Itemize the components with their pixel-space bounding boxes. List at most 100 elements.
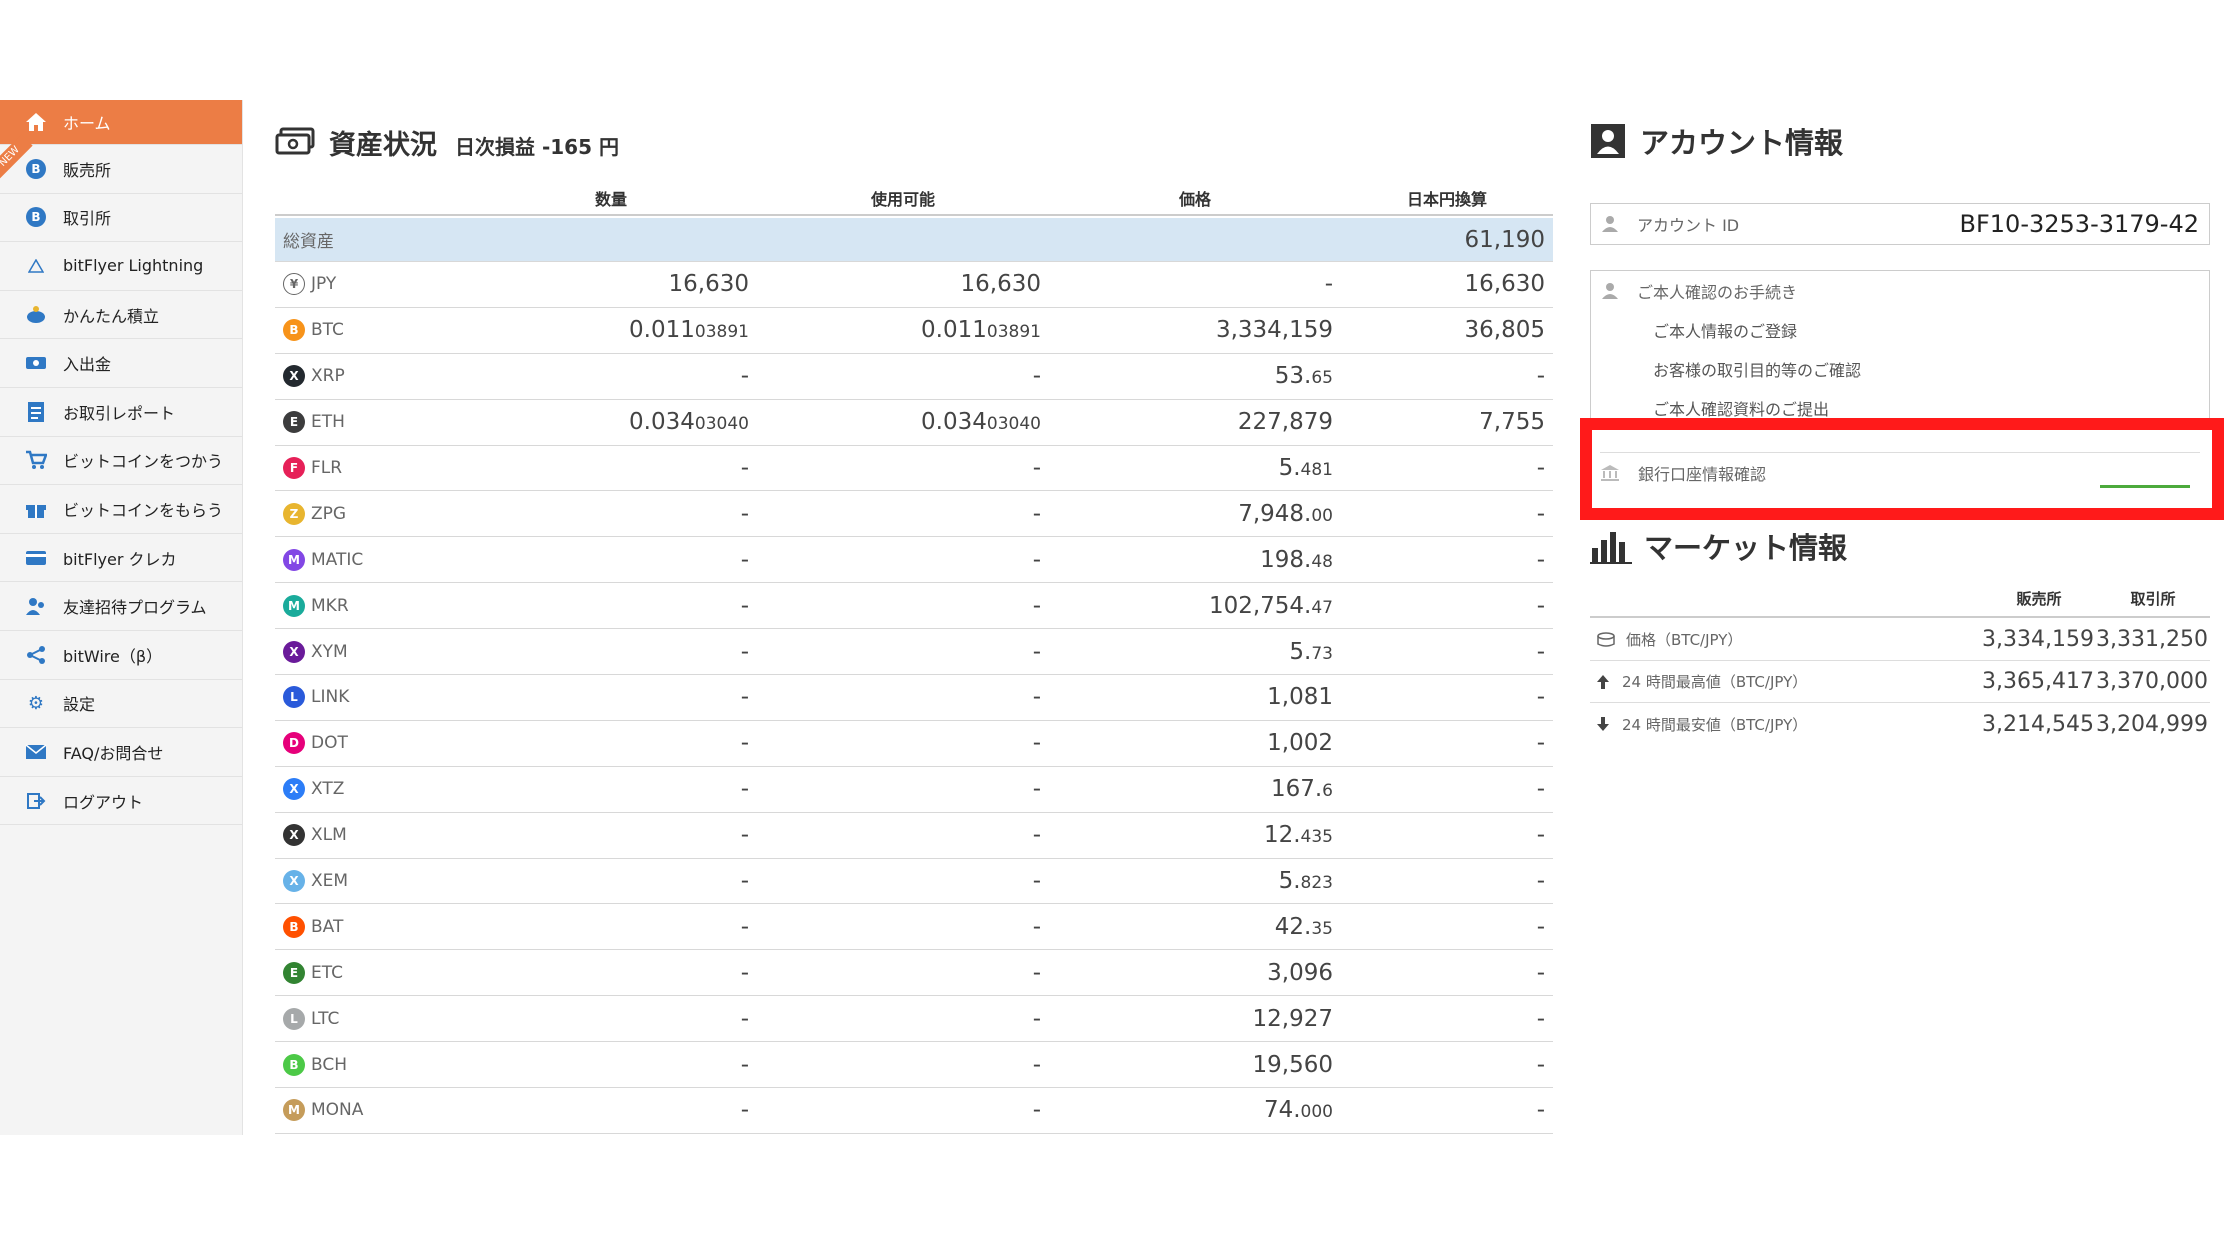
asset-price: 53.65 bbox=[1274, 363, 1333, 390]
piggy-bank-icon bbox=[24, 303, 48, 327]
asset-qty: - bbox=[740, 363, 749, 390]
asset-available: - bbox=[1032, 363, 1041, 390]
asset-name: D DOT bbox=[275, 732, 465, 755]
sidebar-item-report[interactable]: お取引レポート bbox=[0, 388, 242, 437]
sidebar-item-label: 設定 bbox=[63, 695, 96, 715]
sidebar-item-label: かんたん積立 bbox=[63, 306, 160, 326]
asset-jpy: 36,805 bbox=[1464, 317, 1545, 344]
arrow-down-icon bbox=[1597, 717, 1609, 731]
asset-row-xrp: X XRP - - 53.65 - bbox=[275, 354, 1553, 400]
sidebar-item-exchange[interactable]: B 取引所 bbox=[0, 194, 242, 243]
market-table-header: 販売所 取引所 bbox=[1590, 588, 2210, 618]
market-high-sales: 3,365,417 bbox=[1982, 669, 2094, 694]
asset-jpy: - bbox=[1536, 776, 1545, 803]
dot-coin-icon: D bbox=[283, 732, 305, 755]
sidebar-item-label: ホーム bbox=[63, 114, 111, 133]
asset-row-xlm: X XLM - - 12.435 - bbox=[275, 813, 1553, 859]
sidebar-item-label: ログアウト bbox=[63, 792, 144, 812]
credit-card-icon bbox=[24, 546, 48, 570]
sidebar-item-credit-card[interactable]: bitFlyer クレカ bbox=[0, 534, 242, 583]
cart-icon bbox=[24, 448, 48, 472]
asset-qty: - bbox=[740, 822, 749, 849]
header-name bbox=[275, 186, 465, 214]
sidebar-item-savings[interactable]: かんたん積立 bbox=[0, 291, 242, 340]
asset-available: 16,630 bbox=[960, 271, 1041, 298]
asset-price: 102,754.47 bbox=[1208, 592, 1333, 619]
asset-price: 5.73 bbox=[1289, 638, 1333, 665]
sidebar-item-label: 取引所 bbox=[63, 209, 112, 229]
sidebar-item-home[interactable]: ホーム bbox=[0, 100, 242, 145]
user-icon bbox=[1602, 282, 1618, 299]
asset-available: - bbox=[1032, 500, 1041, 527]
asset-name: E ETH bbox=[275, 411, 465, 434]
asset-row-bch: B BCH - - 19,560 - bbox=[275, 1042, 1553, 1089]
sidebar-item-logout[interactable]: ログアウト bbox=[0, 777, 242, 826]
asset-row-ltc: L LTC - - 12,927 - bbox=[275, 996, 1553, 1043]
flr-coin-icon: F bbox=[283, 457, 305, 479]
market-col-sales: 販売所 bbox=[2016, 590, 2062, 608]
daily-profit-loss: 日次損益 -165 円 bbox=[455, 134, 619, 159]
asset-name: M MATIC bbox=[275, 548, 465, 571]
sidebar-item-referral[interactable]: 友達招待プログラム bbox=[0, 582, 242, 631]
asset-price: 12.435 bbox=[1263, 822, 1333, 849]
asset-available: - bbox=[1032, 638, 1041, 665]
sidebar-item-bitwire[interactable]: bitWire（β） bbox=[0, 631, 242, 680]
asset-name: X XYM bbox=[275, 640, 465, 663]
asset-row-xem: X XEM - - 5.823 - bbox=[275, 859, 1553, 905]
gear-icon: ⚙ bbox=[27, 692, 45, 714]
market-row-low: 24 時間最安値（BTC/JPY） 3,214,545 3,204,999 bbox=[1590, 703, 2210, 745]
asset-qty: 0.03403040 bbox=[629, 409, 749, 436]
user-icon bbox=[1602, 216, 1618, 232]
asset-row-matic: M MATIC - - 198.48 - bbox=[275, 537, 1553, 584]
sidebar-item-settings[interactable]: ⚙ 設定 bbox=[0, 680, 242, 729]
sidebar-item-label: お取引レポート bbox=[63, 403, 176, 423]
total-assets-row: 総資産 61,190 bbox=[275, 218, 1553, 262]
gift-icon bbox=[24, 497, 48, 521]
asset-price: 167.6 bbox=[1270, 776, 1333, 803]
asset-available: - bbox=[1032, 455, 1041, 481]
asset-row-mkr: M MKR - - 102,754.47 - bbox=[275, 583, 1553, 630]
kyc-link-personal-info[interactable]: ご本人情報のご登録 bbox=[1591, 310, 2209, 349]
market-title-row: マーケット情報 bbox=[1590, 525, 1847, 567]
asset-row-dot: D DOT - - 1,002 - bbox=[275, 721, 1553, 767]
app-frame: ホーム NEW B 販売所 B 取引所 bitFlyer Lightning か… bbox=[0, 100, 2240, 1135]
logout-icon bbox=[24, 789, 48, 813]
asset-row-xym: X XYM - - 5.73 - bbox=[275, 629, 1553, 676]
asset-jpy: - bbox=[1536, 959, 1545, 986]
xem-coin-icon: X bbox=[283, 870, 305, 893]
zpg-coin-icon: Z bbox=[283, 502, 305, 525]
account-id-label: アカウント ID bbox=[1637, 216, 1740, 235]
asset-row-mona: M MONA - - 74.000 - bbox=[275, 1088, 1553, 1134]
assets-table-body: 総資産 61,190 ¥ JPY 16,630 16,630 - 16,630 B BTC 0.… bbox=[275, 218, 1553, 1134]
assets-table-header: 数量 使用可能 価格 日本円換算 bbox=[275, 186, 1553, 216]
asset-jpy: - bbox=[1536, 592, 1545, 619]
asset-jpy: - bbox=[1536, 822, 1545, 849]
matic-coin-icon: M bbox=[283, 548, 305, 571]
sidebar-item-sales[interactable]: NEW B 販売所 bbox=[0, 134, 242, 194]
asset-available: - bbox=[1032, 1005, 1041, 1032]
asset-name: M MONA bbox=[275, 1099, 465, 1122]
total-value: 61,190 bbox=[1464, 226, 1545, 253]
asset-jpy: 16,630 bbox=[1464, 271, 1545, 298]
asset-row-jpy: ¥ JPY 16,630 16,630 - 16,630 bbox=[275, 262, 1553, 308]
users-icon bbox=[24, 594, 48, 618]
market-row-price: 価格（BTC/JPY） 3,334,159 3,331,250 bbox=[1590, 619, 2210, 661]
sidebar-item-get-bitcoin[interactable]: ビットコインをもらう bbox=[0, 485, 242, 534]
sidebar-item-lightning[interactable]: bitFlyer Lightning bbox=[0, 242, 242, 291]
asset-name: B BTC bbox=[275, 319, 465, 342]
market-price-sales: 3,334,159 bbox=[1982, 627, 2094, 652]
xym-coin-icon: X bbox=[283, 640, 305, 663]
kyc-link-trade-purpose[interactable]: お客様の取引目的等のご確認 bbox=[1591, 349, 2209, 388]
sidebar-item-faq[interactable]: FAQ/お問合せ bbox=[0, 728, 242, 777]
sidebar-item-use-bitcoin[interactable]: ビットコインをつかう bbox=[0, 437, 242, 486]
asset-available: - bbox=[1032, 684, 1041, 711]
asset-name: X XEM bbox=[275, 870, 465, 893]
asset-available: - bbox=[1032, 959, 1041, 986]
sidebar-item-deposit[interactable]: 入出金 bbox=[0, 339, 242, 388]
sidebar-item-label: 入出金 bbox=[63, 355, 112, 375]
asset-price: 1,081 bbox=[1267, 684, 1333, 711]
asset-price: 74.000 bbox=[1263, 1097, 1333, 1124]
asset-row-etc: E ETC - - 3,096 - bbox=[275, 950, 1553, 997]
kyc-box: ご本人確認のお手続き ご本人情報のご登録 お客様の取引目的等のご確認 ご本人確認… bbox=[1590, 270, 2210, 425]
sidebar-item-label: 友達招待プログラム bbox=[63, 598, 207, 618]
